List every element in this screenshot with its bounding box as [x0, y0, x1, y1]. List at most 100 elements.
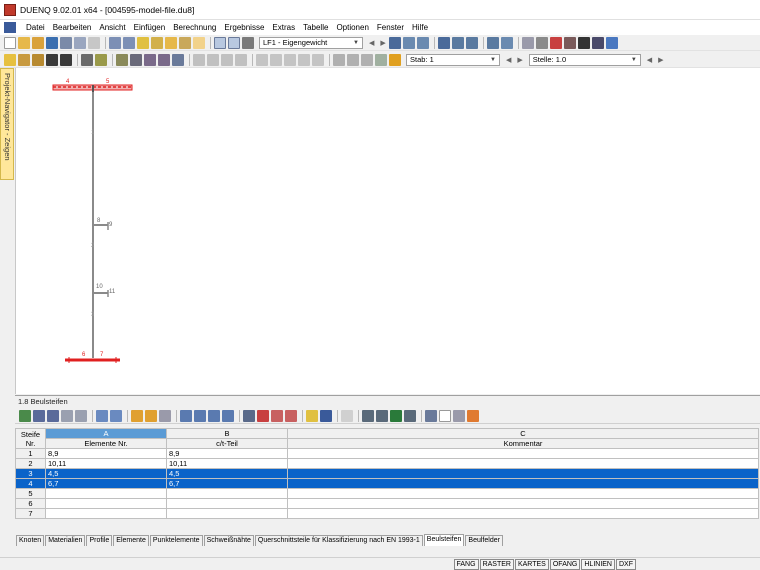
hatch-icon[interactable]: [333, 53, 345, 66]
tab-schweissnaehte[interactable]: Schweißnähte: [203, 535, 254, 546]
warning-icon[interactable]: [549, 36, 562, 49]
cell-elements[interactable]: [45, 498, 167, 509]
menu-optionen[interactable]: Optionen: [332, 23, 372, 32]
cell-elements[interactable]: [45, 488, 167, 499]
new-file-icon[interactable]: [4, 36, 16, 49]
next-member-icon[interactable]: ▶: [517, 56, 522, 64]
cell-ct-part[interactable]: [166, 508, 288, 519]
node-tool-icon[interactable]: [32, 53, 44, 66]
results-icon[interactable]: [388, 36, 401, 49]
menu-ergebnisse[interactable]: Ergebnisse: [220, 23, 268, 32]
tab-profile[interactable]: Profile: [86, 535, 113, 546]
cell-comment[interactable]: [287, 478, 759, 489]
layer-icon[interactable]: [172, 53, 184, 66]
table-row[interactable]: 6: [15, 498, 759, 509]
values-icon[interactable]: [416, 36, 429, 49]
color-icon[interactable]: [375, 53, 387, 66]
status-ofang-toggle[interactable]: OFANG: [549, 558, 581, 570]
delete-icon[interactable]: [563, 36, 576, 49]
project-navigator-tab[interactable]: Projekt-Navigator - Zeigen: [0, 68, 14, 180]
doc-icon[interactable]: [341, 409, 353, 422]
tab-knoten[interactable]: Knoten: [16, 535, 45, 546]
cell-elements[interactable]: [45, 508, 167, 519]
preview-icon[interactable]: [74, 36, 86, 49]
copy-icon[interactable]: [88, 36, 100, 49]
menu-datei[interactable]: Datei: [22, 23, 49, 32]
model-canvas[interactable]: 4 5 1 8 9 2 10 11 3 6 7: [15, 68, 760, 394]
table-row[interactable]: 2 10,11 10,11: [15, 458, 759, 469]
tab-punktelemente[interactable]: Punktelemente: [149, 535, 203, 546]
cell-ct-part[interactable]: [166, 498, 288, 509]
function-icon[interactable]: [439, 409, 451, 422]
settings-icon[interactable]: [605, 36, 618, 49]
prev-location-icon[interactable]: ◀: [647, 56, 652, 64]
prev-loadcase-icon[interactable]: ◀: [369, 39, 374, 47]
table-row[interactable]: 5: [15, 488, 759, 499]
menu-hilfe[interactable]: Hilfe: [408, 23, 432, 32]
location-select[interactable]: Stelle: 1.0 ▼: [528, 53, 641, 66]
table-paste-icon[interactable]: [75, 409, 87, 422]
refresh-icon[interactable]: [159, 409, 171, 422]
section-icon[interactable]: [242, 36, 254, 49]
grid-icon[interactable]: [486, 36, 499, 49]
point-icon[interactable]: [95, 53, 107, 66]
open-icon[interactable]: [32, 36, 44, 49]
results-color-icon[interactable]: [389, 53, 401, 66]
tab-beulsteifen[interactable]: Beulsteifen: [423, 534, 465, 546]
column-c-letter[interactable]: C: [287, 428, 759, 439]
measure-icon[interactable]: [256, 53, 268, 66]
check-icon[interactable]: [577, 36, 590, 49]
mirror-icon[interactable]: [535, 36, 548, 49]
merge-icon[interactable]: [285, 409, 297, 422]
column-a-letter[interactable]: A: [45, 428, 167, 439]
status-hlinien-toggle[interactable]: HLINIEN: [581, 558, 615, 570]
clear-icon[interactable]: [243, 409, 255, 422]
cell-elements[interactable]: 4,5: [45, 468, 167, 479]
table-select-icon[interactable]: [33, 409, 45, 422]
status-kartes-toggle[interactable]: KARTES: [514, 558, 549, 570]
menu-einfuegen[interactable]: Einfügen: [130, 23, 170, 32]
status-fang-toggle[interactable]: FANG: [453, 558, 479, 570]
angle-icon[interactable]: [270, 53, 282, 66]
table-row[interactable]: 7: [15, 508, 759, 519]
table-copy-icon[interactable]: [61, 409, 73, 422]
element-tool-icon[interactable]: [46, 53, 58, 66]
folder-icon[interactable]: [193, 36, 205, 49]
table-view-icon[interactable]: [214, 36, 226, 49]
line-tool-icon[interactable]: [18, 53, 30, 66]
col-left-icon[interactable]: [180, 409, 192, 422]
cell-elements[interactable]: 8,9: [45, 448, 167, 459]
prev-member-icon[interactable]: ◀: [506, 56, 511, 64]
cell-elements[interactable]: 6,7: [45, 478, 167, 489]
stress-icon[interactable]: [437, 36, 450, 49]
comment-icon[interactable]: [425, 409, 437, 422]
print-icon[interactable]: [60, 36, 72, 49]
cell-ct-part[interactable]: 10,11: [166, 458, 288, 469]
edit-icon[interactable]: [137, 36, 149, 49]
properties-icon[interactable]: [179, 36, 191, 49]
tab-materialien[interactable]: Materialien: [45, 535, 86, 546]
formula-icon[interactable]: [453, 409, 465, 422]
import-icon[interactable]: [362, 409, 374, 422]
graphic-view-icon[interactable]: [228, 36, 240, 49]
area-icon[interactable]: [298, 53, 310, 66]
snap-end-icon[interactable]: [207, 53, 219, 66]
status-raster-toggle[interactable]: RASTER: [479, 558, 514, 570]
cell-comment[interactable]: [287, 468, 759, 479]
menu-extras[interactable]: Extras: [268, 23, 299, 32]
col-down-icon[interactable]: [222, 409, 234, 422]
gear-icon[interactable]: [165, 36, 177, 49]
snap-grid-icon[interactable]: [235, 53, 247, 66]
export-icon[interactable]: [19, 409, 31, 422]
row-delete-icon[interactable]: [110, 409, 122, 422]
cell-comment[interactable]: [287, 498, 759, 509]
cell-ct-part[interactable]: 4,5: [166, 468, 288, 479]
excel-icon[interactable]: [390, 409, 402, 422]
column-b-letter[interactable]: B: [166, 428, 288, 439]
table-row[interactable]: 1 8,9 8,9: [15, 448, 759, 459]
rotate-icon[interactable]: [521, 36, 534, 49]
redo-icon[interactable]: [123, 36, 135, 49]
pan-icon[interactable]: [158, 53, 170, 66]
tab-beulfelder[interactable]: Beulfelder: [465, 535, 503, 546]
cell-ct-part[interactable]: [166, 488, 288, 499]
